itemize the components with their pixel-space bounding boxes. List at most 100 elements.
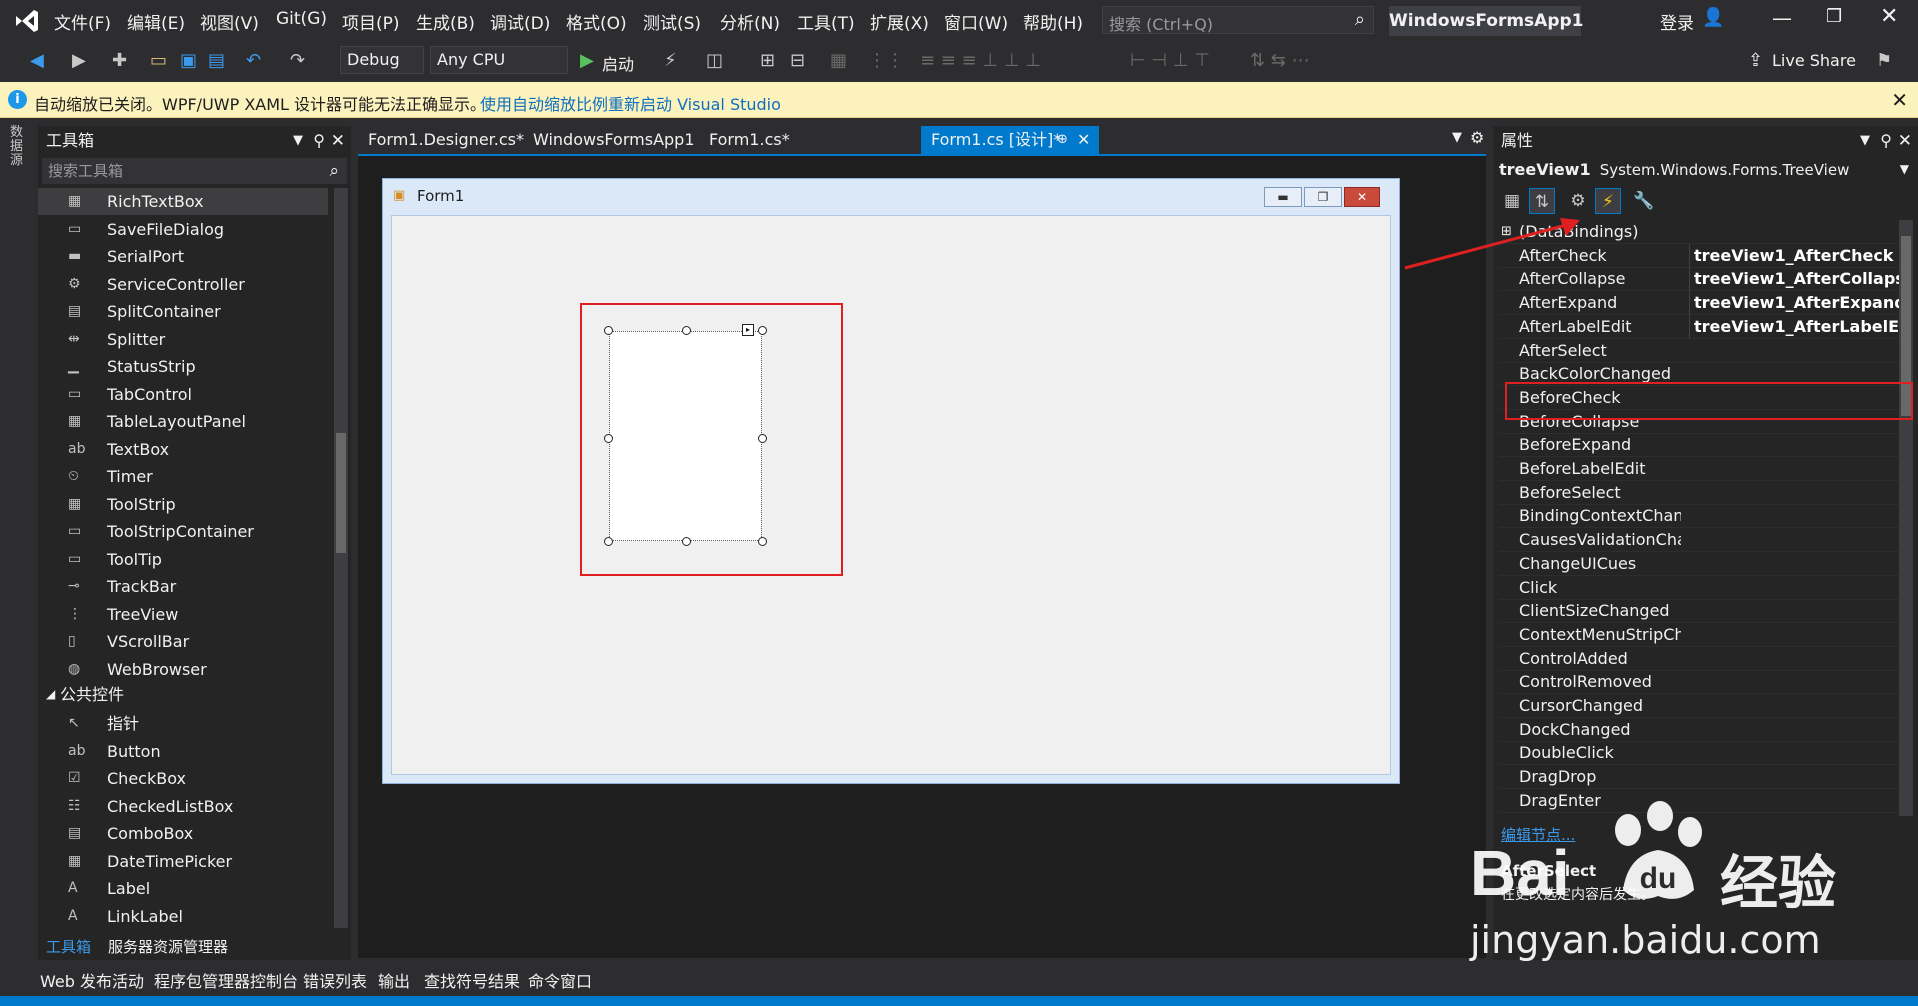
tab-form1-designer-cs[interactable]: Form1.Designer.cs* bbox=[358, 126, 524, 154]
menu-item[interactable]: 生成(B) bbox=[416, 9, 475, 34]
new-project-icon[interactable]: ✚ bbox=[112, 50, 127, 71]
toolbox-item[interactable]: ▦ RichTextBox bbox=[38, 188, 328, 215]
tab-package-manager[interactable]: 程序包管理器控制台 bbox=[154, 968, 298, 992]
toolbox-item[interactable]: ▭ TabControl bbox=[38, 381, 328, 408]
save-icon[interactable]: ▣ bbox=[180, 50, 197, 71]
settings-gear-icon[interactable]: ⚙ bbox=[1470, 128, 1484, 147]
property-row[interactable]: BeforeLabelEdit bbox=[1499, 457, 1903, 481]
menu-item[interactable]: 编辑(E) bbox=[127, 9, 185, 34]
menu-item[interactable]: 工具(T) bbox=[797, 9, 855, 34]
menu-item[interactable]: 项目(P) bbox=[342, 9, 400, 34]
live-share-button[interactable]: Live Share bbox=[1772, 51, 1856, 70]
property-row[interactable]: AfterExpand treeView1_AfterExpand bbox=[1499, 291, 1903, 316]
toolbox-item[interactable]: ▯ VScrollBar bbox=[38, 628, 328, 655]
property-row[interactable]: ChangeUICues bbox=[1499, 552, 1903, 576]
pin-icon[interactable]: ⚲ bbox=[313, 126, 325, 156]
collapse-icon[interactable]: ◢ bbox=[46, 681, 55, 708]
property-row[interactable]: CausesValidationChanged bbox=[1499, 528, 1903, 553]
toolbox-item[interactable]: ◍ WebBrowser bbox=[38, 656, 328, 683]
align-left-icon[interactable]: ⊞ bbox=[760, 50, 775, 71]
menu-item[interactable]: 帮助(H) bbox=[1023, 9, 1083, 34]
minimize-icon[interactable]: — bbox=[1772, 6, 1792, 30]
property-row[interactable]: AfterSelect bbox=[1499, 339, 1903, 363]
login-link[interactable]: 登录 bbox=[1660, 9, 1694, 34]
dropdown-icon[interactable]: ▼ bbox=[1860, 126, 1870, 156]
form-client-area[interactable]: ▸ bbox=[391, 215, 1391, 775]
browse-icon[interactable]: ◫ bbox=[706, 50, 723, 71]
menu-item[interactable]: Git(G) bbox=[276, 9, 327, 29]
properties-scrollbar[interactable] bbox=[1899, 220, 1913, 816]
save-all-icon[interactable]: ▤ bbox=[208, 50, 225, 71]
restart-link[interactable]: 使用自动缩放比例重新启动 Visual Studio bbox=[480, 91, 781, 115]
toolbox-search-input[interactable]: 搜索工具箱 ⌕ bbox=[42, 158, 347, 184]
toolbox-item[interactable]: ⏲ Timer bbox=[38, 463, 328, 490]
info-close-icon[interactable]: ✕ bbox=[1891, 88, 1908, 112]
property-row[interactable]: AfterLabelEdit treeView1_AfterLabelEdit bbox=[1499, 314, 1903, 339]
tab-form1-design[interactable]: Form1.cs [设计]* ⊕ ✕ bbox=[921, 126, 1099, 154]
property-row[interactable]: Click bbox=[1499, 576, 1903, 600]
designer-surface[interactable]: ▣ Form1 ▬ ❐ ✕ ▸ bbox=[358, 154, 1486, 958]
distribute-icon[interactable]: ≡ ≡ ≡ ⊥ ⊥ ⊥ bbox=[920, 50, 1041, 71]
menu-item[interactable]: 分析(N) bbox=[720, 9, 780, 34]
platform-select[interactable]: Any CPU bbox=[430, 46, 568, 74]
menu-item[interactable]: 视图(V) bbox=[200, 9, 259, 34]
toolbox-item[interactable]: ▭ ToolStripContainer bbox=[38, 518, 328, 545]
property-row[interactable]: BeforeExpand bbox=[1499, 433, 1903, 458]
property-value[interactable]: treeView1_AfterCheck bbox=[1689, 243, 1899, 268]
redo-icon[interactable]: ↷ bbox=[290, 50, 305, 71]
toolbox-item[interactable]: ▭ SaveFileDialog bbox=[38, 216, 328, 243]
toolbox-item[interactable]: ▤ ComboBox bbox=[38, 820, 328, 847]
toolbox-item[interactable]: A LinkLabel bbox=[38, 903, 328, 930]
align-center-icon[interactable]: ⊟ bbox=[790, 50, 805, 71]
toolbox-item[interactable]: ab TextBox bbox=[38, 436, 328, 463]
tab-dropdown-icon[interactable]: ▼ bbox=[1452, 130, 1462, 145]
toolbox-item[interactable]: ⇹ Splitter bbox=[38, 326, 328, 353]
chevron-down-icon[interactable]: ▼ bbox=[1900, 162, 1909, 176]
user-icon[interactable]: 👤 bbox=[1702, 7, 1724, 28]
toolbox-group-common[interactable]: ◢ 公共控件 bbox=[38, 681, 328, 708]
toolbox-item[interactable]: ▦ DateTimePicker bbox=[38, 848, 328, 875]
search-icon[interactable]: ⌕ bbox=[1355, 9, 1365, 30]
menu-item[interactable]: 格式(O) bbox=[566, 9, 627, 34]
tab-form1-cs[interactable]: Form1.cs* bbox=[699, 126, 843, 154]
toolbox-item[interactable]: ⋮ TreeView bbox=[38, 601, 328, 628]
menu-item[interactable]: 扩展(X) bbox=[870, 9, 929, 34]
property-row[interactable]: DragDrop bbox=[1499, 765, 1903, 790]
order-icon[interactable]: ⇅ ⇆ ⋯ bbox=[1250, 50, 1310, 71]
close-icon[interactable]: ✕ bbox=[1880, 4, 1898, 29]
forward-icon[interactable]: ▶ bbox=[72, 50, 86, 71]
undo-icon[interactable]: ↶ bbox=[246, 50, 261, 71]
tab-server-explorer[interactable]: 服务器资源管理器 bbox=[108, 936, 228, 957]
start-button[interactable]: 启动 bbox=[602, 51, 634, 75]
object-selector[interactable]: treeView1 System.Windows.Forms.TreeView … bbox=[1499, 160, 1913, 184]
tab-command-window[interactable]: 命令窗口 bbox=[528, 968, 592, 992]
toolbox-item[interactable]: ▭ ToolTip bbox=[38, 546, 328, 573]
toolbox-item[interactable]: ☑ CheckBox bbox=[38, 765, 328, 792]
property-value[interactable]: treeView1_AfterExpand bbox=[1689, 291, 1899, 316]
toolbox-item[interactable]: ▤ SplitContainer bbox=[38, 298, 328, 325]
search-icon[interactable]: ⌕ bbox=[329, 158, 339, 184]
toolbox-item[interactable]: ⚙ ServiceController bbox=[38, 271, 328, 298]
property-row[interactable]: BeforeSelect bbox=[1499, 481, 1903, 505]
pin-icon[interactable]: ⊕ bbox=[1057, 126, 1068, 154]
scroll-thumb[interactable] bbox=[336, 433, 346, 553]
toolbox-item[interactable]: ▁ StatusStrip bbox=[38, 353, 328, 380]
toolbox-close-icon[interactable]: ✕ bbox=[331, 126, 345, 156]
menu-item[interactable]: 测试(S) bbox=[643, 9, 701, 34]
toolbox-item[interactable]: ab Button bbox=[38, 738, 328, 765]
property-value[interactable]: treeView1_AfterCollapse bbox=[1689, 267, 1899, 292]
tab-toolbox[interactable]: 工具箱 bbox=[46, 936, 91, 957]
open-folder-icon[interactable]: ▭ bbox=[150, 50, 167, 71]
form-maximize-icon[interactable]: ❐ bbox=[1304, 187, 1342, 207]
property-row[interactable]: DockChanged bbox=[1499, 718, 1903, 742]
form1-window[interactable]: ▣ Form1 ▬ ❐ ✕ ▸ bbox=[382, 178, 1400, 784]
toolbox-scrollbar[interactable] bbox=[334, 188, 348, 928]
tab-error-list[interactable]: 错误列表 bbox=[303, 968, 367, 992]
properties-close-icon[interactable]: ✕ bbox=[1898, 126, 1912, 156]
property-row[interactable]: ControlRemoved bbox=[1499, 670, 1903, 695]
menu-item[interactable]: 窗口(W) bbox=[944, 9, 1008, 34]
restore-icon[interactable]: ❐ bbox=[1826, 6, 1842, 27]
tab-web-publish[interactable]: Web 发布活动 bbox=[40, 968, 144, 992]
menu-item[interactable]: 调试(D) bbox=[490, 9, 550, 34]
share-icon[interactable]: ⇪ bbox=[1748, 50, 1763, 71]
